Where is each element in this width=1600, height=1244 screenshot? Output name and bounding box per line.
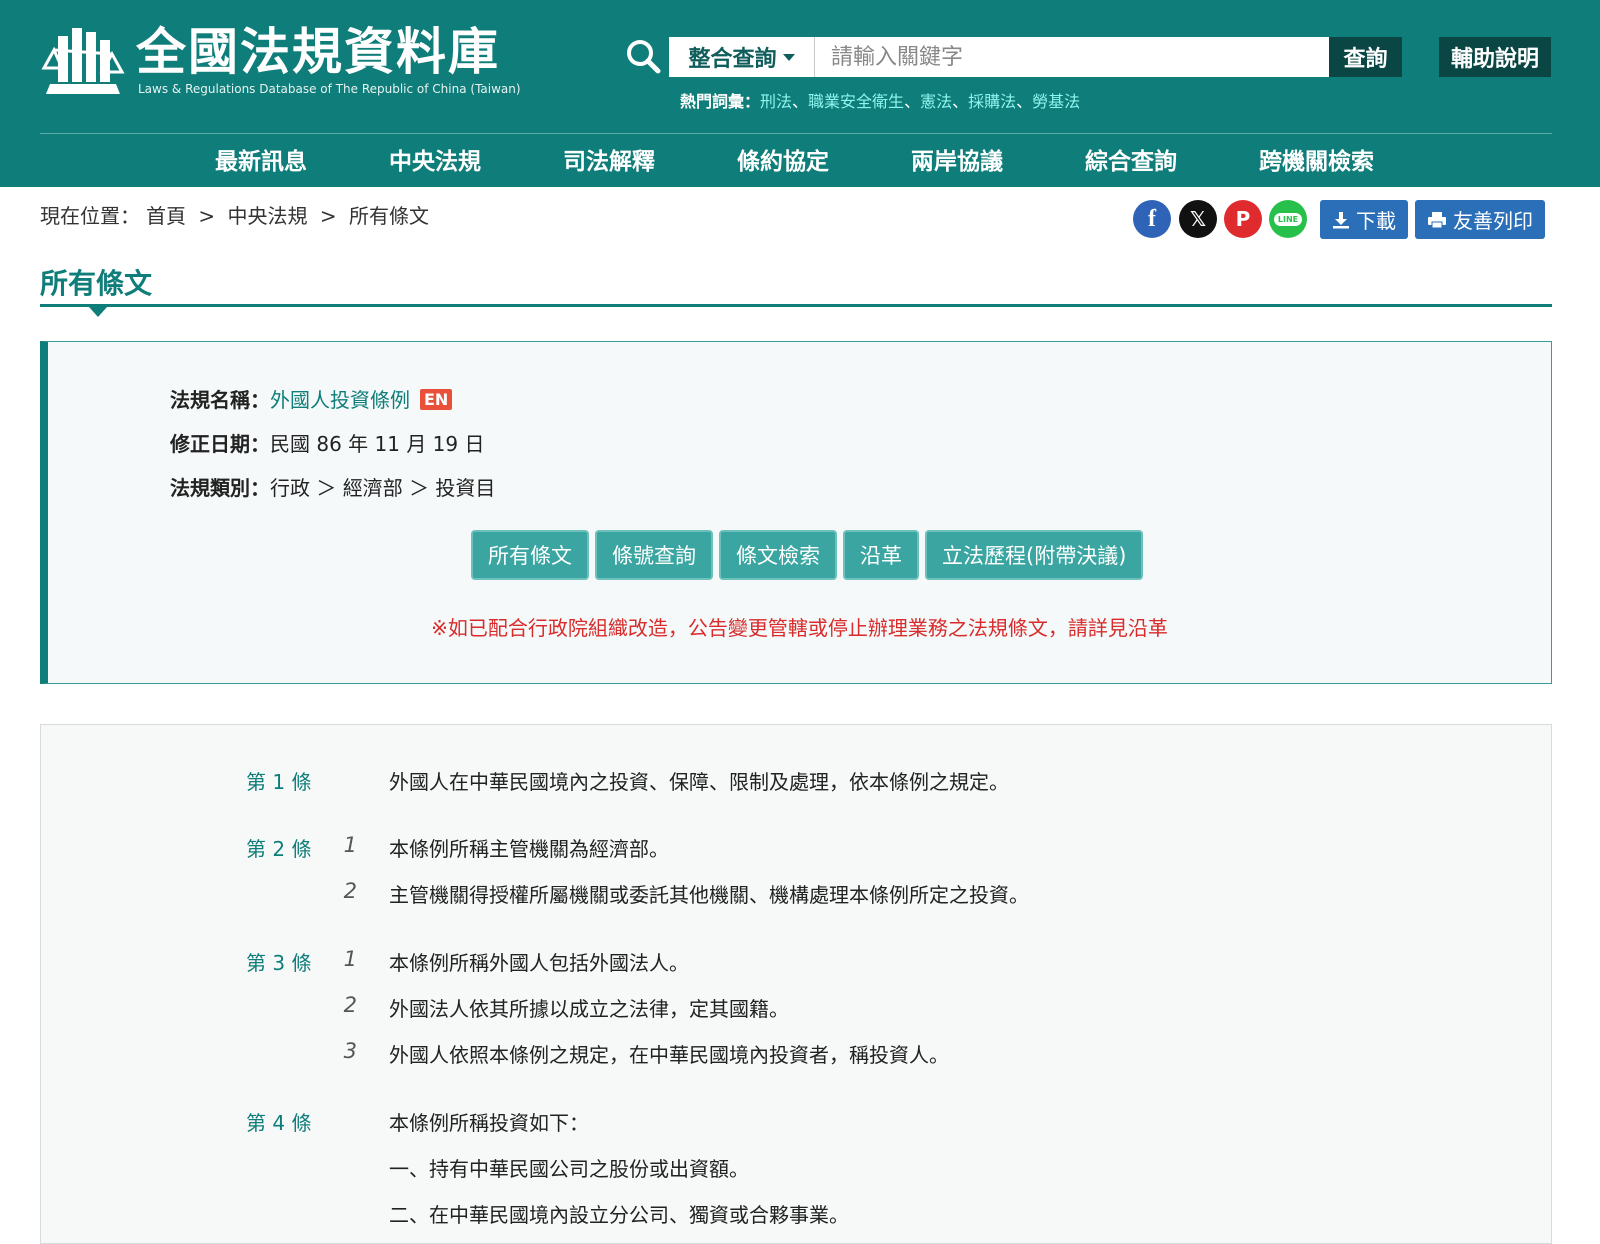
header-divider — [40, 133, 1552, 134]
articles-panel: 第 1 條 外國人在中華民國境內之投資、保障、限制及處理，依本條例之規定。 第 … — [40, 724, 1552, 1244]
nav-item-central-regulations[interactable]: 中央法規 — [389, 140, 481, 184]
breadcrumb: 現在位置： 首頁 > 中央法規 > 所有條文 — [40, 200, 435, 229]
amend-date-row: 修正日期：民國 86 年 11 月 19 日 — [170, 428, 485, 457]
printer-icon — [1428, 211, 1446, 228]
search-box: 整合查詢 — [669, 37, 1329, 77]
line-share-icon[interactable]: LINE — [1269, 200, 1307, 238]
download-button[interactable]: 下載 — [1320, 200, 1408, 239]
tab-article-text-search[interactable]: 條文檢索 — [719, 530, 837, 580]
law-name-link[interactable]: 外國人投資條例 — [270, 388, 410, 412]
tab-article-number-search[interactable]: 條號查詢 — [595, 530, 713, 580]
search-scope-label: 整合查詢 — [688, 47, 777, 72]
title-divider — [40, 304, 1552, 307]
paragraph-index: 2 — [343, 993, 357, 1017]
hot-terms-label: 熱門詞彙： — [680, 92, 761, 111]
law-category-value: 行政 ＞ 經濟部 ＞ 投資目 — [270, 476, 496, 500]
breadcrumb-separator: > — [198, 204, 216, 228]
law-info-panel: 法規名稱：外國人投資條例 EN 修正日期：民國 86 年 11 月 19 日 法規… — [40, 341, 1552, 684]
help-button[interactable]: 輔助說明 — [1439, 37, 1551, 77]
article-paragraph: 二、在中華民國境內設立分公司、獨資或合夥事業。 — [389, 1203, 849, 1227]
law-category-row: 法規類別：行政 ＞ 經濟部 ＞ 投資目 — [170, 472, 495, 501]
search-icon[interactable] — [625, 38, 661, 74]
breadcrumb-central[interactable]: 中央法規 — [227, 204, 307, 228]
plurk-share-icon[interactable]: P — [1224, 200, 1262, 238]
breadcrumb-prefix: 現在位置： — [40, 204, 140, 228]
site-logo[interactable]: 全國法規資料庫 Laws & Regulations Database of T… — [40, 20, 521, 102]
download-icon — [1333, 211, 1349, 228]
paragraph-index: 1 — [343, 947, 357, 971]
nav-item-news[interactable]: 最新訊息 — [215, 140, 307, 184]
hot-term-link[interactable]: 憲法 — [920, 92, 952, 111]
article-paragraph: 外國人在中華民國境內之投資、保障、限制及處理，依本條例之規定。 — [389, 770, 1009, 794]
paragraph-index: 3 — [343, 1039, 357, 1063]
chevron-down-icon — [782, 53, 795, 61]
english-version-badge[interactable]: EN — [420, 389, 453, 410]
breadcrumb-home[interactable]: 首頁 — [146, 204, 186, 228]
line-icon-label: LINE — [1273, 212, 1303, 226]
hot-term-link[interactable]: 刑法 — [760, 92, 792, 111]
site-subtitle: Laws & Regulations Database of The Repub… — [138, 82, 521, 96]
article-paragraph: 主管機關得授權所屬機關或委託其他機關、機構處理本條例所定之投資。 — [389, 883, 1029, 907]
law-books-logo-icon — [41, 28, 125, 94]
site-title: 全國法規資料庫 — [136, 23, 500, 81]
query-button[interactable]: 查詢 — [1329, 37, 1402, 77]
article-paragraph: 外國人依照本條例之規定，在中華民國境內投資者，稱投資人。 — [389, 1043, 949, 1067]
main-nav: 最新訊息 中央法規 司法解釋 條約協定 兩岸協議 綜合查詢 跨機關檢索 — [0, 140, 1600, 184]
print-button[interactable]: 友善列印 — [1415, 200, 1545, 239]
article-number[interactable]: 第 4 條 — [246, 1107, 311, 1136]
paragraph-index: 2 — [343, 879, 357, 903]
search-input[interactable] — [815, 37, 1329, 77]
nav-item-cross-agency[interactable]: 跨機關檢索 — [1259, 140, 1374, 184]
law-name-row: 法規名稱：外國人投資條例 EN — [170, 384, 453, 413]
article-paragraph: 本條例所稱主管機關為經濟部。 — [389, 837, 669, 861]
title-arrow-icon — [89, 307, 107, 317]
hot-term-separator: 、 — [1016, 92, 1033, 111]
x-share-icon[interactable]: 𝕏 — [1179, 200, 1217, 238]
nav-item-advanced-search[interactable]: 綜合查詢 — [1085, 140, 1177, 184]
search-scope-select[interactable]: 整合查詢 — [669, 37, 815, 77]
law-name-label: 法規名稱： — [170, 388, 270, 412]
article-paragraph: 一、持有中華民國公司之股份或出資額。 — [389, 1157, 749, 1181]
tab-history[interactable]: 沿革 — [843, 530, 919, 580]
download-label: 下載 — [1356, 209, 1396, 233]
nav-item-cross-strait[interactable]: 兩岸協議 — [911, 140, 1003, 184]
tab-legislative-history[interactable]: 立法歷程(附帶決議) — [925, 530, 1144, 580]
hot-term-separator: 、 — [952, 92, 969, 111]
reorganization-notice: ※如已配合行政院組織改造，公告變更管轄或停止辦理業務之法規條文，請詳見沿革 — [431, 616, 1168, 640]
site-header: 全國法規資料庫 Laws & Regulations Database of T… — [0, 0, 1600, 187]
amend-date-value: 民國 86 年 11 月 19 日 — [270, 432, 485, 456]
breadcrumb-current: 所有條文 — [348, 204, 429, 228]
article-number[interactable]: 第 2 條 — [246, 833, 311, 862]
hot-term-separator: 、 — [904, 92, 921, 111]
hot-term-link[interactable]: 勞基法 — [1032, 92, 1080, 111]
article-paragraph: 本條例所稱外國人包括外國法人。 — [389, 951, 689, 975]
hot-terms: 熱門詞彙：刑法、職業安全衛生、憲法、採購法、勞基法 — [680, 88, 1080, 112]
law-tabs: 所有條文 條號查詢 條文檢索 沿革 立法歷程(附帶決議) — [471, 530, 1144, 580]
breadcrumb-separator: > — [319, 204, 337, 228]
article-paragraph: 外國法人依其所據以成立之法律，定其國籍。 — [389, 997, 789, 1021]
paragraph-index: 1 — [343, 833, 357, 857]
article-number[interactable]: 第 3 條 — [246, 947, 311, 976]
hot-term-separator: 、 — [792, 92, 809, 111]
page-title: 所有條文 — [40, 267, 153, 300]
article-number[interactable]: 第 1 條 — [246, 766, 311, 795]
hot-term-link[interactable]: 採購法 — [968, 92, 1016, 111]
nav-item-judicial-interpretations[interactable]: 司法解釋 — [563, 140, 655, 184]
amend-date-label: 修正日期： — [170, 432, 270, 456]
tab-all-articles[interactable]: 所有條文 — [471, 530, 589, 580]
hot-term-link[interactable]: 職業安全衛生 — [808, 92, 904, 111]
article-paragraph: 本條例所稱投資如下： — [389, 1111, 589, 1135]
law-category-label: 法規類別： — [170, 476, 270, 500]
print-label: 友善列印 — [1453, 209, 1533, 233]
nav-item-treaties[interactable]: 條約協定 — [737, 140, 829, 184]
facebook-share-icon[interactable]: f — [1133, 200, 1171, 238]
